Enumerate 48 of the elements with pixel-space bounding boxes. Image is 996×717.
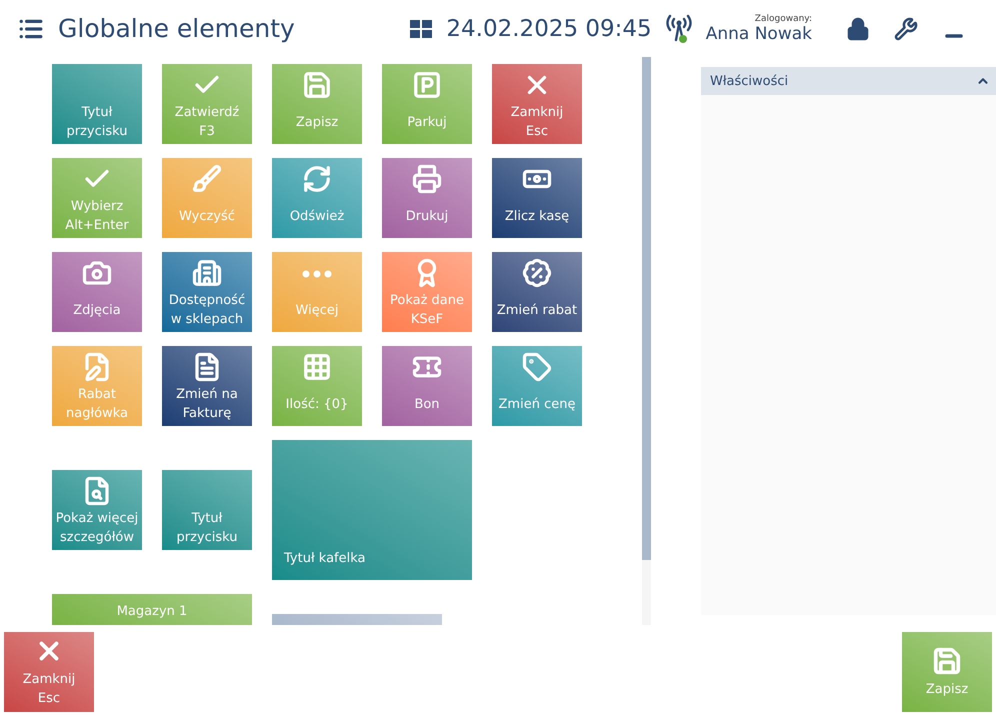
tile-button[interactable]: Drukuj [382,158,472,238]
tile-button[interactable]: Tytuł kafelka [272,440,472,580]
tile-button[interactable]: Zapisz [272,64,362,144]
tile-button[interactable]: Tytuł przycisku [52,64,142,144]
tile-button[interactable]: Wyczyść [162,158,252,238]
date-time: 24.02.2025 09:45 [446,16,652,42]
percent-badge-icon [522,258,552,288]
tile-button[interactable]: Zlicz kasę [492,158,582,238]
user-name: Anna Nowak [706,24,812,44]
page-title: Globalne elementy [58,14,296,43]
save-button[interactable]: Zapisz [902,632,992,712]
refresh-icon [302,164,332,194]
tile-button[interactable]: Ilość: {0} [272,346,362,426]
tile-button[interactable]: Odśwież [272,158,362,238]
scrollbar-thumb[interactable] [642,57,651,560]
building-icon [192,258,222,288]
tile-button[interactable]: Dostępność w sklepach [162,252,252,332]
tile-button[interactable]: Magazyn 1 [52,594,252,625]
tile-button[interactable]: Zmień cenę [492,346,582,426]
tile-button[interactable]: Zmień rabat [492,252,582,332]
tile-button[interactable]: Zamknij Esc [492,64,582,144]
tile-button[interactable]: Bon [382,346,472,426]
save-icon [302,70,332,100]
tile-button[interactable]: Rabat nagłówka [52,346,142,426]
tile-button[interactable]: Parkuj [382,64,472,144]
lock-icon[interactable] [846,16,870,40]
printer-icon [412,164,442,194]
tile-button[interactable]: Wybierz Alt+Enter [52,158,142,238]
tile-button[interactable]: Pokaż więcej szczegółów [52,470,142,550]
user-label: Zalogowany: [754,14,812,24]
tag-icon [522,352,552,382]
tile-button[interactable]: Zatwierdź F3 [162,64,252,144]
antenna-icon[interactable] [666,14,692,44]
brush-icon [192,164,222,194]
tile-button[interactable]: Zmień na Fakturę [162,346,252,426]
close-button[interactable]: Zamknij Esc [4,632,94,712]
tools-icon[interactable] [894,16,918,40]
windows-icon[interactable] [410,20,432,38]
tile-button[interactable]: Tytuł przycisku [162,470,252,550]
panel-header[interactable]: Właściwości [701,67,996,95]
tile-button[interactable]: Zdjęcia [52,252,142,332]
ellipsis-icon [302,270,332,278]
grid-icon [302,352,332,382]
parking-icon [412,70,442,100]
save-icon [932,646,962,676]
empty-tile[interactable] [272,614,442,625]
tile-button[interactable]: Więcej [272,252,362,332]
tile-button[interactable]: Pokaż dane KSeF [382,252,472,332]
